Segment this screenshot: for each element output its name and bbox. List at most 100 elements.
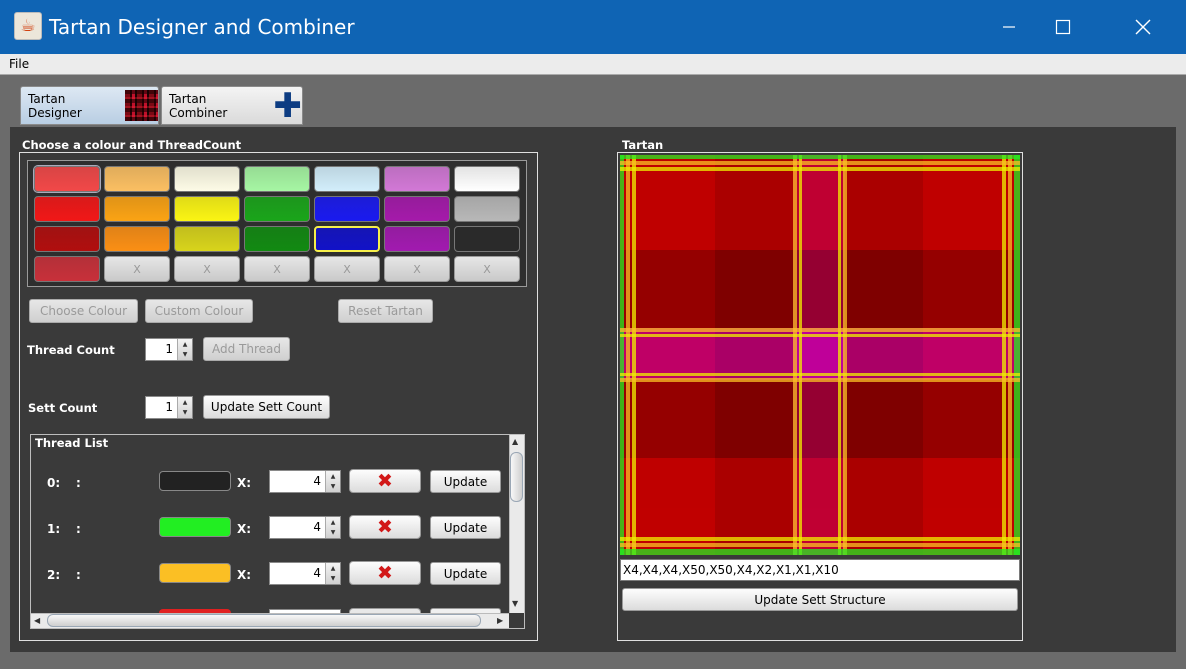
- tartan-thumbnail-icon: [125, 90, 158, 121]
- tab-label: Tartan Designer: [28, 91, 82, 120]
- tab-label: Tartan Combiner: [169, 91, 228, 120]
- colour-swatch[interactable]: [104, 226, 170, 252]
- red-x-delete-icon[interactable]: ✖: [349, 469, 421, 493]
- choose-colour-button[interactable]: Choose Colour: [29, 299, 138, 323]
- add-thread-button[interactable]: Add Thread: [203, 337, 290, 361]
- colour-swatch[interactable]: [34, 196, 100, 222]
- colour-swatch[interactable]: [244, 226, 310, 252]
- colour-swatch[interactable]: [34, 226, 100, 252]
- custom-colour-button[interactable]: Custom Colour: [145, 299, 253, 323]
- thread-colon: :: [76, 568, 81, 582]
- colour-swatch[interactable]: [384, 226, 450, 252]
- spinner-down-icon[interactable]: ▼: [331, 483, 336, 490]
- colour-swatch[interactable]: [34, 166, 100, 192]
- sett-count-spinner[interactable]: 1 ▲ ▼: [145, 396, 193, 419]
- thread-colour-swatch[interactable]: [159, 471, 231, 491]
- java-cup-icon: ☕: [14, 12, 42, 40]
- update-sett-structure-button[interactable]: Update Sett Structure: [622, 588, 1018, 611]
- spinner-up-icon[interactable]: ▲: [331, 565, 336, 572]
- scroll-up-icon[interactable]: ▲: [512, 437, 518, 446]
- colour-swatch[interactable]: [104, 166, 170, 192]
- spinner-down-icon[interactable]: ▼: [183, 409, 188, 416]
- vertical-scroll-thumb[interactable]: [510, 452, 523, 502]
- empty-swatch[interactable]: X: [384, 256, 450, 282]
- colour-swatch[interactable]: [314, 226, 380, 252]
- thread-colour-swatch[interactable]: [159, 517, 231, 537]
- scroll-left-icon[interactable]: ◀: [34, 616, 40, 625]
- red-x-delete-icon[interactable]: ✖: [349, 515, 421, 539]
- spinner-up-icon[interactable]: ▲: [183, 399, 188, 406]
- spinner-up-icon[interactable]: ▲: [183, 341, 188, 348]
- empty-swatch[interactable]: X: [104, 256, 170, 282]
- tab-tartan-designer[interactable]: Tartan Designer: [20, 86, 159, 125]
- colour-swatch[interactable]: [244, 196, 310, 222]
- thread-row: 2:: X: 4 ▲▼ ✖ Update: [31, 556, 509, 596]
- spinner-down-icon[interactable]: ▼: [331, 529, 336, 536]
- tartan-preview: [620, 155, 1020, 555]
- close-icon[interactable]: [1116, 0, 1170, 54]
- sett-structure-input[interactable]: X4,X4,X4,X50,X50,X4,X2,X1,X1,X10: [620, 559, 1020, 581]
- thread-count-spinner[interactable]: 4 ▲ ▼: [269, 516, 341, 539]
- thread-row: 1:: X: 4 ▲ ▼ ✖ Update: [31, 510, 509, 550]
- plus-icon: ✚: [273, 85, 303, 126]
- empty-swatch[interactable]: X: [174, 256, 240, 282]
- thread-count-spinner[interactable]: 4 ▲ ▼: [269, 470, 341, 493]
- thread-index: 2:: [47, 568, 61, 582]
- colour-swatch[interactable]: [174, 226, 240, 252]
- spinner-up-icon[interactable]: ▲: [331, 473, 336, 480]
- scroll-down-icon[interactable]: ▼: [512, 599, 518, 608]
- x-label: X:: [237, 476, 252, 490]
- window-title: Tartan Designer and Combiner: [49, 15, 355, 39]
- update-thread-button[interactable]: Update: [430, 470, 501, 493]
- spinner-down-icon[interactable]: ▼: [183, 351, 188, 358]
- colour-swatch[interactable]: [244, 166, 310, 192]
- horizontal-scroll-thumb[interactable]: [47, 614, 481, 627]
- colour-swatch[interactable]: [174, 196, 240, 222]
- thread-count-value[interactable]: 1: [146, 339, 177, 360]
- colour-swatch[interactable]: [454, 196, 520, 222]
- thread-colour-swatch[interactable]: [159, 563, 231, 583]
- colour-swatch[interactable]: [384, 196, 450, 222]
- colour-swatch[interactable]: [104, 196, 170, 222]
- colour-swatch[interactable]: [314, 196, 380, 222]
- thread-list-title: Thread List: [35, 436, 109, 450]
- thread-count-spinner[interactable]: 1 ▲ ▼: [145, 338, 193, 361]
- sett-count-label: Sett Count: [28, 401, 98, 415]
- colour-swatch[interactable]: [454, 226, 520, 252]
- thread-count-spinner[interactable]: 4 ▲ ▼: [269, 562, 341, 585]
- colour-swatch[interactable]: [454, 166, 520, 192]
- thread-count-value[interactable]: 4: [270, 471, 325, 492]
- reset-tartan-button[interactable]: Reset Tartan: [338, 299, 433, 323]
- thread-colon: :: [76, 522, 81, 536]
- thread-row: 0:: X: 4 ▲▼ ✖ Update: [31, 464, 509, 504]
- update-thread-button[interactable]: Update: [430, 562, 501, 585]
- spinner-up-icon[interactable]: ▲: [331, 519, 336, 526]
- thread-colon: :: [76, 476, 81, 490]
- thread-count-label: Thread Count: [27, 343, 115, 357]
- thread-index: 0:: [47, 476, 61, 490]
- empty-swatch[interactable]: X: [454, 256, 520, 282]
- colour-swatch[interactable]: [314, 166, 380, 192]
- menu-file[interactable]: File: [9, 57, 29, 71]
- x-label: X:: [237, 568, 252, 582]
- tab-tartan-combiner[interactable]: Tartan Combiner ✚: [161, 86, 303, 125]
- section-title-colour: Choose a colour and ThreadCount: [22, 138, 242, 152]
- update-sett-count-button[interactable]: Update Sett Count: [203, 395, 330, 419]
- minimize-icon[interactable]: [982, 0, 1036, 54]
- sett-count-value[interactable]: 1: [146, 397, 177, 418]
- empty-swatch[interactable]: X: [244, 256, 310, 282]
- spinner-down-icon[interactable]: ▼: [331, 575, 336, 582]
- thread-count-value[interactable]: 4: [270, 517, 325, 538]
- colour-swatch[interactable]: [174, 166, 240, 192]
- empty-swatch[interactable]: X: [314, 256, 380, 282]
- scroll-right-icon[interactable]: ▶: [497, 616, 503, 625]
- red-x-delete-icon[interactable]: ✖: [349, 561, 421, 585]
- menu-bar: [0, 54, 1186, 75]
- maximize-icon[interactable]: [1036, 0, 1090, 54]
- colour-swatch[interactable]: [384, 166, 450, 192]
- thread-count-value[interactable]: 4: [270, 563, 325, 584]
- colour-swatch[interactable]: [34, 256, 100, 282]
- update-thread-button[interactable]: Update: [430, 516, 501, 539]
- tartan-title: Tartan: [622, 138, 664, 152]
- x-label: X:: [237, 522, 252, 536]
